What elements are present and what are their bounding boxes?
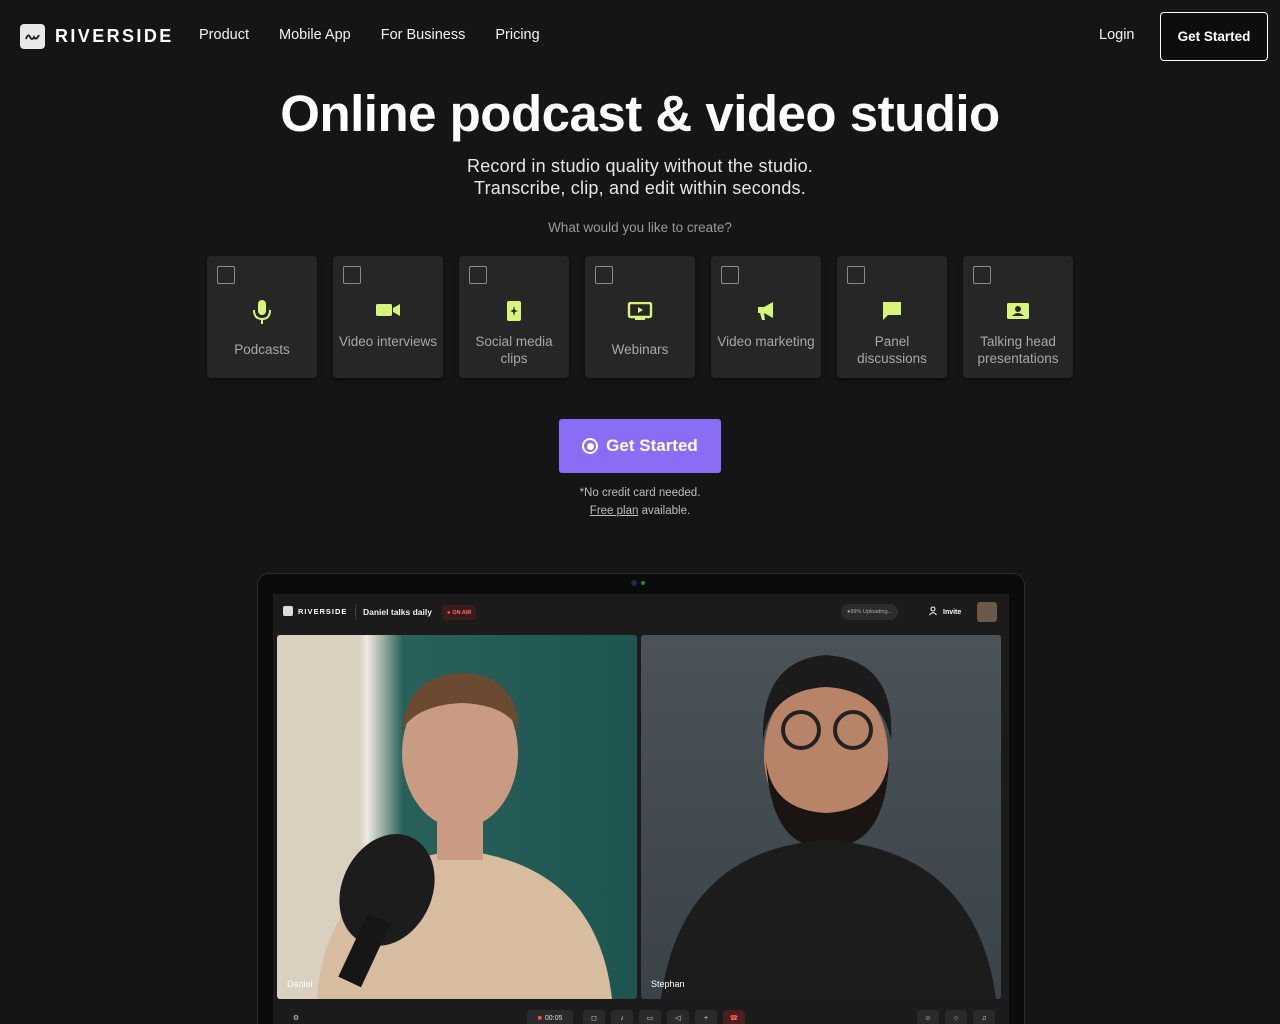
option-label: Talking head presentations xyxy=(977,334,1059,366)
nav-links: Product Mobile App For Business Pricing xyxy=(199,27,540,43)
option-label: Video interviews xyxy=(338,334,438,349)
timer-value: 00:05 xyxy=(544,1014,563,1022)
video-camera-icon xyxy=(333,302,443,318)
session-name: Daniel talks daily xyxy=(363,607,432,617)
phone-sparkle-icon xyxy=(459,300,569,322)
option-checkbox[interactable] xyxy=(973,266,991,284)
hang-up-icon: ☎ xyxy=(723,1010,745,1024)
option-checkbox[interactable] xyxy=(721,266,739,284)
screen-play-icon xyxy=(585,302,695,320)
invite-label: Invite xyxy=(943,608,962,616)
divider xyxy=(355,605,356,619)
nav-link-pricing[interactable]: Pricing xyxy=(495,27,539,43)
nav-link-for-business[interactable]: For Business xyxy=(381,27,466,43)
record-icon xyxy=(582,438,599,454)
daniel-video-frame xyxy=(317,673,612,999)
megaphone-icon xyxy=(711,301,821,321)
settings-icon: ⚙ xyxy=(292,1015,300,1022)
on-air-label: ON AIR xyxy=(452,609,472,616)
studio-top-bar: RIVERSIDE Daniel talks daily ● ON AIR ● … xyxy=(273,594,1009,630)
logo-wave-icon xyxy=(20,24,45,49)
brand-logo[interactable]: RIVERSIDE xyxy=(20,24,174,49)
free-plan-link[interactable]: Free plan xyxy=(590,505,639,517)
option-video-interviews[interactable]: Video interviews xyxy=(333,256,443,378)
option-label: Webinars xyxy=(611,342,669,357)
invite-button: Invite xyxy=(923,602,967,622)
add-person-icon xyxy=(929,606,939,618)
get-started-label: Get Started xyxy=(606,436,698,455)
chat-icon: ○ xyxy=(945,1010,967,1024)
option-label: Social media clips xyxy=(475,334,553,366)
option-checkbox[interactable] xyxy=(595,266,613,284)
login-link[interactable]: Login xyxy=(1099,27,1134,43)
people-icon: ☺ xyxy=(917,1010,939,1024)
studio-preview-screen: RIVERSIDE Daniel talks daily ● ON AIR ● … xyxy=(273,594,1009,1024)
camera-icon: ▭ xyxy=(639,1010,661,1024)
option-panel-discussions[interactable]: Panel discussions xyxy=(837,256,947,378)
option-checkbox[interactable] xyxy=(469,266,487,284)
stephan-video-frame xyxy=(661,655,996,999)
option-podcasts[interactable]: Podcasts xyxy=(207,256,317,378)
option-checkbox[interactable] xyxy=(217,266,235,284)
microphone-icon: ♪ xyxy=(611,1010,633,1024)
option-checkbox[interactable] xyxy=(847,266,865,284)
free-plan-suffix: available. xyxy=(638,505,691,517)
studio-controls: ⚙ ■ 00:05 ◻ ♪ ▭ ◁ + ☎ ☺ ○ ♫ xyxy=(273,1006,1009,1024)
option-label: Video marketing xyxy=(717,334,815,349)
hero-subtitle-line-2: Transcribe, clip, and edit within second… xyxy=(474,178,806,198)
music-icon: ♫ xyxy=(973,1010,995,1024)
option-video-marketing[interactable]: Video marketing xyxy=(711,256,821,378)
recording-timer: ■ 00:05 xyxy=(527,1010,573,1024)
participant-name-daniel: Daniel xyxy=(287,979,313,989)
option-label: Panel discussions xyxy=(857,334,927,366)
create-question: What would you like to create? xyxy=(548,220,732,235)
chat-bubble-icon xyxy=(837,301,947,321)
use-case-options: Podcasts Video interviews Social media c… xyxy=(207,256,1073,378)
webcam-indicator xyxy=(641,581,645,585)
free-plan-note: Free plan available. xyxy=(0,505,1280,517)
logo-wave-icon xyxy=(283,606,293,616)
option-social-media-clips[interactable]: Social media clips xyxy=(459,256,569,378)
nav-get-started-button[interactable]: Get Started xyxy=(1160,12,1268,61)
webcam-dot xyxy=(631,580,637,586)
share-screen-icon: + xyxy=(695,1010,717,1024)
microphone-icon xyxy=(207,298,317,326)
participant-tile-stephan: Stephan xyxy=(641,635,1001,999)
participant-name-stephan: Stephan xyxy=(651,979,685,989)
shield-icon: ◻ xyxy=(583,1010,605,1024)
upload-status: ● 99% Uploading... xyxy=(841,604,899,620)
on-air-badge: ● ON AIR xyxy=(442,605,477,620)
top-navigation: RIVERSIDE Product Mobile App For Busines… xyxy=(0,0,1280,72)
participant-tile-daniel: Daniel xyxy=(277,635,637,999)
studio-brand-name: RIVERSIDE xyxy=(298,606,348,616)
no-credit-card-note: *No credit card needed. xyxy=(579,487,701,499)
avatar xyxy=(977,602,997,622)
studio-brand: RIVERSIDE xyxy=(283,606,347,616)
option-checkbox[interactable] xyxy=(343,266,361,284)
option-webinars[interactable]: Webinars xyxy=(585,256,695,378)
brand-name: RIVERSIDE xyxy=(55,26,174,46)
speaker-icon: ◁ xyxy=(667,1010,689,1024)
nav-link-mobile-app[interactable]: Mobile App xyxy=(279,27,351,43)
page-title: Online podcast & video studio xyxy=(280,85,1000,142)
hero-subtitle-line-1: Record in studio quality without the stu… xyxy=(467,156,813,176)
get-started-button[interactable]: Get Started xyxy=(559,419,721,473)
upload-status-label: 99% Uploading... xyxy=(850,609,893,615)
nav-link-product[interactable]: Product xyxy=(199,27,249,43)
option-label: Podcasts xyxy=(234,342,290,357)
presenter-icon xyxy=(963,302,1073,320)
option-talking-head-presentations[interactable]: Talking head presentations xyxy=(963,256,1073,378)
